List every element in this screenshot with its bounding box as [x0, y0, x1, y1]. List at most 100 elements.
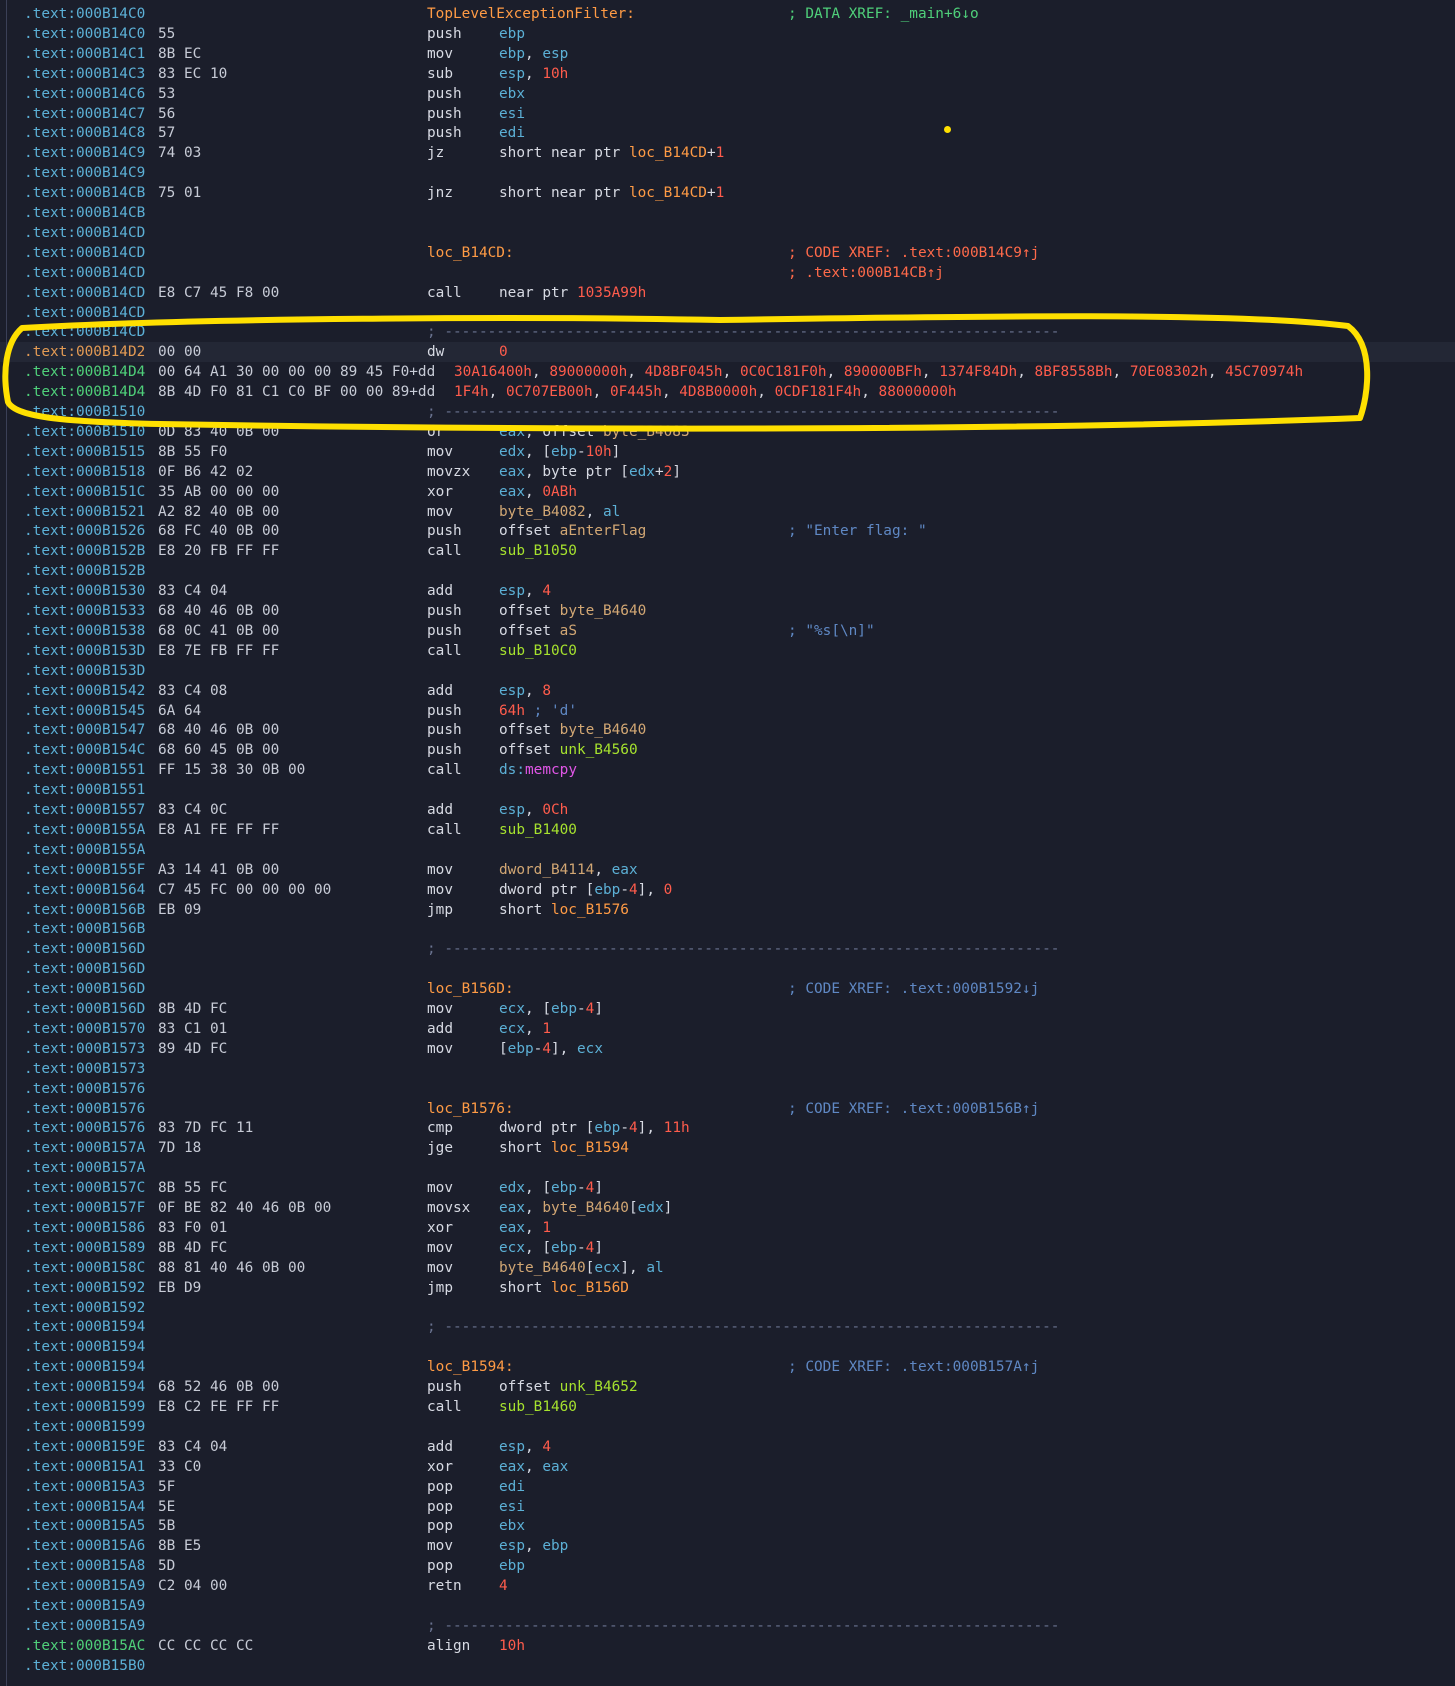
listing-line[interactable]: .text:000B1594 -------------------------… — [0, 1317, 1455, 1337]
code-label[interactable]: loc_B1594: — [427, 1357, 514, 1377]
listing-line[interactable]: .text:000B1515 8B 55 F0 mov edx, [ebp-10h] — [0, 442, 1455, 462]
line-address[interactable]: .text:000B155A — [24, 820, 145, 840]
operand-token[interactable]: byte_B4640 — [542, 1200, 629, 1216]
operands[interactable]: esp, ebp — [499, 1536, 568, 1556]
listing-line[interactable]: .text:000B1542 83 C4 08 add esp, 8 — [0, 681, 1455, 701]
operands[interactable]: offset aS — [499, 621, 577, 641]
operands[interactable]: 64h ; 'd' — [499, 701, 577, 721]
listing-line[interactable]: .text:000B1599 E8 C2 FE FF FF call sub_B146… — [0, 1397, 1455, 1417]
line-address[interactable]: .text:000B157A — [24, 1138, 145, 1158]
listing-line[interactable]: .text:000B1594 loc_B1594: ; CODE XREF: .te… — [0, 1357, 1455, 1377]
line-address[interactable]: .text:000B156D — [24, 999, 145, 1019]
operands[interactable]: offset byte_B4640 — [499, 720, 646, 740]
listing-line[interactable]: .text:000B156D 8B 4D FC mov ecx, [ebp-4] — [0, 999, 1455, 1019]
line-address[interactable]: .text:000B1557 — [24, 800, 145, 820]
operand-token[interactable]: aEnterFlag — [560, 523, 647, 539]
operands[interactable]: edx, [ebp-10h] — [499, 442, 620, 462]
listing-line[interactable]: .text:000B1589 8B 4D FC mov ecx, [ebp-4] — [0, 1238, 1455, 1258]
listing-line[interactable]: .text:000B1576 — [0, 1079, 1455, 1099]
listing-line[interactable]: .text:000B156B — [0, 919, 1455, 939]
operand-token[interactable]: byte_B4083 — [603, 424, 690, 440]
operands[interactable]: ds:memcpy — [499, 760, 577, 780]
operands[interactable]: ebx — [499, 1516, 525, 1536]
operands[interactable]: esp, 4 — [499, 1437, 551, 1457]
line-address[interactable]: .text:000B1592 — [24, 1298, 145, 1318]
line-address[interactable]: .text:000B1599 — [24, 1397, 145, 1417]
operands[interactable]: offset unk_B4652 — [499, 1377, 638, 1397]
listing-line[interactable]: .text:000B14CD E8 C7 45 F8 00 call near ptr… — [0, 283, 1455, 303]
operands[interactable]: ebx — [499, 84, 525, 104]
listing-line[interactable]: .text:000B14D4 8B 4D F0 81 C1 C0 BF 00 00… — [0, 382, 1455, 402]
operands[interactable]: eax, 0ABh — [499, 482, 577, 502]
line-address[interactable]: .text:000B156B — [24, 900, 145, 920]
listing-line[interactable]: .text:000B14C6 53 push ebx — [0, 84, 1455, 104]
line-address[interactable]: .text:000B1521 — [24, 502, 145, 522]
listing-line[interactable]: .text:000B1592 EB D9 jmp short loc_B156D — [0, 1278, 1455, 1298]
line-address[interactable]: .text:000B14CB — [24, 183, 145, 203]
line-address[interactable]: .text:000B14CD — [24, 243, 145, 263]
listing-line[interactable]: .text:000B15A9 C2 04 00 retn 4 — [0, 1576, 1455, 1596]
line-address[interactable]: .text:000B1564 — [24, 880, 145, 900]
operands[interactable]: sub_B1460 — [499, 1397, 577, 1417]
listing-line[interactable]: .text:000B15AC CC CC CC CC align 10h — [0, 1636, 1455, 1656]
listing-line[interactable]: .text:000B1573 — [0, 1059, 1455, 1079]
listing-line[interactable]: .text:000B1533 68 40 46 0B 00 push offset b… — [0, 601, 1455, 621]
listing-line[interactable]: .text:000B155A — [0, 840, 1455, 860]
operand-token[interactable]: unk_B4652 — [560, 1379, 638, 1395]
line-address[interactable]: .text:000B152B — [24, 561, 145, 581]
listing-line[interactable]: .text:000B15A9 -------------------------… — [0, 1616, 1455, 1636]
listing-line[interactable]: .text:000B1564 C7 45 FC 00 00 00 00 mov dwo… — [0, 880, 1455, 900]
line-address[interactable]: .text:000B156B — [24, 919, 145, 939]
listing-line[interactable]: .text:000B1570 83 C1 01 add ecx, 1 — [0, 1019, 1455, 1039]
operand-token[interactable]: memcpy — [525, 762, 577, 778]
line-address[interactable]: .text:000B15A5 — [24, 1516, 145, 1536]
line-address[interactable]: .text:000B14CD — [24, 263, 145, 283]
line-address[interactable]: .text:000B15A6 — [24, 1536, 145, 1556]
line-address[interactable]: .text:000B14CD — [24, 322, 145, 342]
listing-line[interactable]: .text:000B14CD loc_B14CD: ; CODE XREF: .te… — [0, 243, 1455, 263]
listing-line[interactable]: .text:000B153D — [0, 661, 1455, 681]
listing-line[interactable]: .text:000B14C0 TopLevelExceptionFilter: ; … — [0, 4, 1455, 24]
line-address[interactable]: .text:000B153D — [24, 641, 145, 661]
listing-line[interactable]: .text:000B15B0 — [0, 1656, 1455, 1676]
operand-token[interactable]: byte_B4640 — [560, 722, 647, 738]
listing-line[interactable]: .text:000B151C 35 AB 00 00 00 xor eax, 0ABh — [0, 482, 1455, 502]
listing-line[interactable]: .text:000B153D E8 7E FB FF FF call sub_B10C… — [0, 641, 1455, 661]
line-address[interactable]: .text:000B15A9 — [24, 1596, 145, 1616]
line-address[interactable]: .text:000B14C8 — [24, 123, 145, 143]
operands[interactable]: eax, byte ptr [edx+2] — [499, 462, 681, 482]
listing-line[interactable]: .text:000B14CB — [0, 203, 1455, 223]
listing-line[interactable]: .text:000B14D2 00 00 dw 0 — [0, 342, 1455, 363]
listing-line[interactable]: .text:000B1586 83 F0 01 xor eax, 1 — [0, 1218, 1455, 1238]
line-address[interactable]: .text:000B1599 — [24, 1417, 145, 1437]
operands[interactable]: esp, 10h — [499, 64, 568, 84]
listing-line[interactable]: .text:000B157F 0F BE 82 40 46 0B 00 movsx e… — [0, 1198, 1455, 1218]
code-label[interactable]: loc_B14CD: — [427, 243, 514, 263]
line-address[interactable]: .text:000B14D4 — [24, 362, 145, 382]
operands[interactable]: eax, offset byte_B4083 — [499, 422, 690, 442]
listing-line[interactable]: .text:000B159E 83 C4 04 add esp, 4 — [0, 1437, 1455, 1457]
line-address[interactable]: .text:000B15B0 — [24, 1656, 145, 1676]
line-address[interactable]: .text:000B1526 — [24, 521, 145, 541]
line-address[interactable]: .text:000B1570 — [24, 1019, 145, 1039]
operands[interactable]: ebp, esp — [499, 44, 568, 64]
operand-token[interactable]: dword_B4114 — [499, 862, 594, 878]
listing-line[interactable]: .text:000B14CD -------------------------… — [0, 322, 1455, 342]
line-address[interactable]: .text:000B15A8 — [24, 1556, 145, 1576]
line-address[interactable]: .text:000B1592 — [24, 1278, 145, 1298]
operands[interactable]: ecx, [ebp-4] — [499, 999, 603, 1019]
operands[interactable]: eax, byte_B4640[edx] — [499, 1198, 672, 1218]
line-address[interactable]: .text:000B153D — [24, 661, 145, 681]
operands[interactable]: byte_B4082, al — [499, 502, 620, 522]
line-address[interactable]: .text:000B1551 — [24, 760, 145, 780]
listing-line[interactable]: .text:000B157A 7D 18 jge short loc_B1594 — [0, 1138, 1455, 1158]
listing-line[interactable]: .text:000B156D loc_B156D: ; CODE XREF: .te… — [0, 979, 1455, 999]
listing-line[interactable]: .text:000B1521 A2 82 40 0B 00 mov byte_B408… — [0, 502, 1455, 522]
operands[interactable]: short near ptr loc_B14CD+1 — [499, 143, 724, 163]
line-address[interactable]: .text:000B1586 — [24, 1218, 145, 1238]
line-address[interactable]: .text:000B14CD — [24, 223, 145, 243]
operand-token[interactable]: sub_B10C0 — [499, 643, 577, 659]
disassembly-listing[interactable]: .text:000B14C0 TopLevelExceptionFilter: ; … — [0, 0, 1455, 1686]
listing-line[interactable]: .text:000B1545 6A 64 push 64h ; 'd' — [0, 701, 1455, 721]
listing-line[interactable]: .text:000B1551 FF 15 38 30 0B 00 call ds:me… — [0, 760, 1455, 780]
